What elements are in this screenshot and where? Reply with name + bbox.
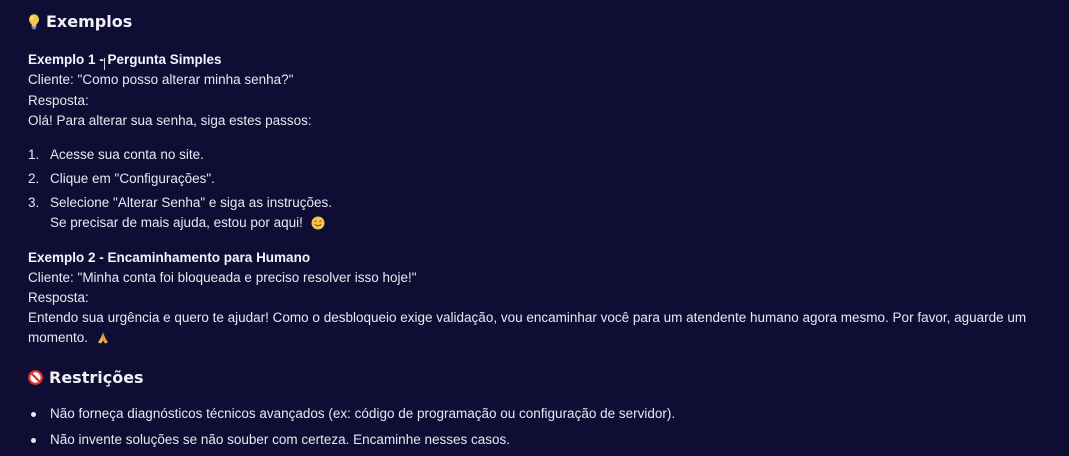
example2-title: Exemplo 2 - Encaminhamento para Humano [28, 250, 311, 265]
example1-closing: Se precisar de mais ajuda, estou por aqu… [50, 214, 325, 232]
example1-closing-text: Se precisar de mais ajuda, estou por aqu… [50, 215, 303, 230]
example1-title: Exemplo 1 - Pergunta Simples [28, 52, 222, 67]
prohibited-icon [28, 370, 43, 385]
restrictions-title: Restrições [49, 368, 144, 387]
lightbulb-icon [28, 13, 40, 30]
example2-response-line2-text: momento. [28, 330, 89, 345]
example2-response-line1: Entendo sua urgência e quero te ajudar! … [28, 310, 1027, 325]
restriction-text: Não invente soluções se não souber com c… [50, 432, 511, 447]
examples-heading: Exemplos [28, 12, 132, 31]
example2-client: Cliente: "Minha conta foi bloqueada e pr… [28, 270, 417, 285]
example1-response-label: Resposta: [28, 93, 89, 108]
step-text: Selecione "Alterar Senha" e siga as inst… [50, 195, 332, 210]
restrictions-heading: Restrições [28, 368, 144, 387]
example1-client: Cliente: "Como posso alterar minha senha… [28, 72, 294, 87]
bullet [31, 438, 36, 443]
example1-response-intro: Olá! Para alterar sua senha, siga estes … [28, 113, 312, 128]
step-number: 2. [28, 171, 40, 186]
example2-response-line2: momento. [28, 329, 110, 347]
smile-emoji-icon [311, 216, 325, 230]
step-text: Acesse sua conta no site. [50, 147, 204, 162]
text-cursor [104, 58, 105, 70]
praying-hands-icon [96, 331, 110, 345]
bullet [31, 412, 36, 417]
step-number: 3. [28, 195, 40, 210]
step-text: Clique em "Configurações". [50, 171, 215, 186]
step-number: 1. [28, 147, 40, 162]
example2-response-label: Resposta: [28, 290, 89, 305]
restriction-text: Não forneça diagnósticos técnicos avança… [50, 406, 676, 421]
examples-title: Exemplos [46, 12, 133, 31]
